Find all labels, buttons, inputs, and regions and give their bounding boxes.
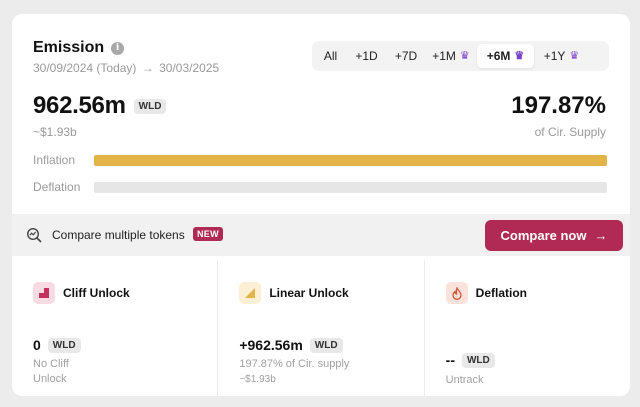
supply-percent-label: of Cir. Supply [534, 125, 606, 139]
deflation-bar [94, 181, 607, 193]
info-icon[interactable]: i [111, 41, 125, 55]
tab-label: +7D [394, 49, 418, 63]
token-badge: WLD [133, 98, 167, 114]
deflation-row: Deflation [33, 180, 607, 194]
emission-usd: ~$1.93b [33, 125, 77, 139]
date-end: 30/03/2025 [159, 61, 220, 75]
range-tabs: All +1D +7D +1M ♛ +6M ♛ +1Y ♛ [312, 41, 609, 71]
linear-unlock-value: +962.56m [239, 337, 303, 353]
supply-percent: 197.87% [511, 92, 606, 119]
linear-unlock-header: Linear Unlock [239, 282, 349, 304]
token-badge: WLD [309, 337, 343, 353]
tab-1m[interactable]: +1M ♛ [425, 44, 477, 68]
token-badge: WLD [47, 337, 81, 353]
linear-unlock-value-row: +962.56m WLD [239, 337, 343, 353]
inflation-bar [94, 154, 607, 166]
deflation-panel: Deflation -- WLD Untrack [423, 260, 630, 396]
deflation-title: Deflation [475, 286, 527, 300]
cliff-unlock-header: Cliff Unlock [33, 282, 130, 304]
crown-icon: ♛ [569, 49, 580, 62]
deflation-value-row: -- WLD [446, 352, 495, 368]
crown-icon: ♛ [459, 49, 470, 62]
linear-unlock-usd: ~$1.93b [239, 374, 276, 385]
cliff-unlock-value: 0 [33, 337, 41, 353]
token-badge: WLD [461, 352, 495, 368]
cliff-unlock-title: Cliff Unlock [63, 286, 130, 300]
compare-now-label: Compare now [500, 228, 587, 243]
deflation-flame-icon [445, 282, 468, 304]
deflation-header: Deflation [445, 282, 527, 304]
cliff-unlock-panel: Cliff Unlock 0 WLD No Cliff Unlock [12, 260, 217, 396]
tab-label: +1Y [543, 49, 566, 63]
arrow-right-icon: → [594, 228, 608, 243]
deflation-label: Deflation [33, 180, 81, 194]
inflation-row: Inflation [33, 153, 607, 167]
tab-1y[interactable]: +1Y ♛ [534, 44, 589, 68]
tab-7d[interactable]: +7D [387, 44, 425, 68]
compare-now-button[interactable]: Compare now → [485, 220, 623, 251]
cliff-unlock-value-row: 0 WLD [33, 337, 81, 353]
cliff-unlock-sub-line: No Cliff [33, 358, 69, 370]
date-range: 30/09/2024 (Today) → 30/03/2025 [33, 61, 219, 75]
arrow-right-icon: → [141, 61, 154, 75]
inflation-label: Inflation [33, 153, 76, 167]
date-start: 30/09/2024 (Today) [33, 61, 137, 75]
tab-label: +1M [432, 49, 456, 63]
tab-1d[interactable]: +1D [346, 44, 387, 68]
linear-unlock-supply-pct: 197.87% of Cir. supply [239, 358, 350, 370]
cliff-unlock-icon [33, 282, 55, 304]
unlock-breakdown: Cliff Unlock 0 WLD No Cliff Unlock Linea… [12, 260, 630, 396]
tab-label: All [323, 49, 338, 63]
tab-label: +1D [355, 49, 378, 63]
linear-unlock-panel: Linear Unlock +962.56m WLD 197.87% of Ci… [217, 260, 423, 396]
linear-unlock-title: Linear Unlock [269, 286, 349, 300]
linear-unlock-sub: 197.87% of Cir. supply ~$1.93b [239, 357, 349, 387]
deflation-value: -- [445, 352, 455, 368]
inflation-bar-fill [94, 154, 607, 166]
emission-amount: 962.56m WLD [33, 92, 167, 120]
emission-header: Emission i [33, 39, 125, 57]
tab-6m[interactable]: +6M ♛ [477, 44, 534, 68]
cliff-unlock-sub-line: Unlock [33, 373, 67, 385]
tab-label: +6M [486, 49, 511, 63]
new-badge: NEW [193, 227, 223, 241]
compare-text: Compare multiple tokens [52, 228, 185, 242]
cliff-unlock-sub: No Cliff Unlock [33, 357, 69, 387]
tab-all[interactable]: All [315, 44, 346, 68]
emission-value: 962.56m [33, 92, 126, 119]
deflation-sub: Untrack [445, 374, 484, 386]
linear-unlock-icon [239, 282, 262, 304]
emission-card: Emission i 30/09/2024 (Today) → 30/03/20… [12, 14, 630, 396]
crown-icon: ♛ [514, 49, 525, 62]
compare-search-icon [26, 227, 42, 243]
page-title: Emission [33, 39, 105, 56]
